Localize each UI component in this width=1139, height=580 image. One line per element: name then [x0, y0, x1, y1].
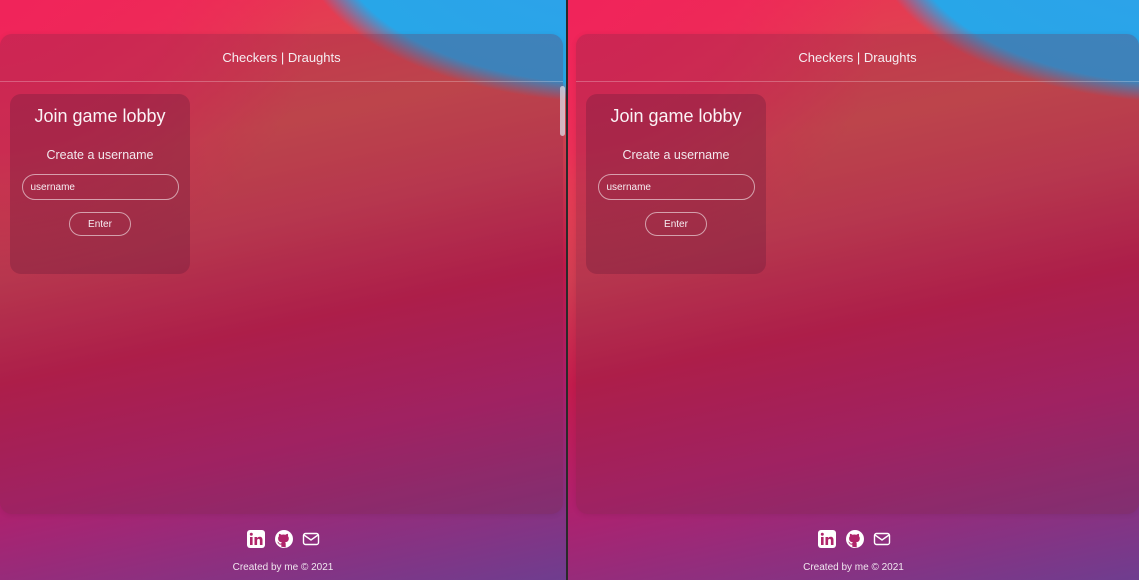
- mail-icon[interactable]: [873, 530, 891, 548]
- mail-icon[interactable]: [302, 530, 320, 548]
- right-browser-pane: Checkers | Draughts Join game lobby Crea…: [568, 0, 1139, 580]
- lobby-subheading: Create a username: [622, 148, 730, 162]
- footer: Created by me © 2021: [0, 528, 566, 573]
- app-title: Checkers | Draughts: [222, 50, 341, 65]
- app-header: Checkers | Draughts: [576, 34, 1139, 82]
- footer-credit: Created by me © 2021: [232, 562, 334, 573]
- footer-credit: Created by me © 2021: [803, 562, 904, 573]
- lobby-heading: Join game lobby: [610, 106, 742, 126]
- join-lobby-panel: Join game lobby Create a username Enter: [10, 94, 190, 274]
- username-input[interactable]: [21, 174, 179, 200]
- app-card: Checkers | Draughts Join game lobby Crea…: [0, 34, 563, 514]
- lobby-heading: Join game lobby: [34, 106, 166, 126]
- social-links: [0, 528, 566, 550]
- left-browser-pane: Checkers | Draughts Join game lobby Crea…: [0, 0, 566, 580]
- lobby-subheading: Create a username: [46, 148, 154, 162]
- app-header: Checkers | Draughts: [0, 34, 563, 82]
- linkedin-icon[interactable]: [246, 529, 266, 549]
- github-icon[interactable]: [845, 529, 865, 549]
- scrollbar-thumb[interactable]: [560, 86, 565, 136]
- app-title: Checkers | Draughts: [798, 50, 917, 65]
- linkedin-icon[interactable]: [817, 529, 837, 549]
- username-input[interactable]: [597, 174, 755, 200]
- enter-button[interactable]: Enter: [69, 212, 131, 236]
- social-links: [568, 528, 1139, 550]
- enter-button[interactable]: Enter: [645, 212, 707, 236]
- join-lobby-panel: Join game lobby Create a username Enter: [586, 94, 766, 274]
- app-card: Checkers | Draughts Join game lobby Crea…: [576, 34, 1139, 514]
- footer: Created by me © 2021: [568, 528, 1139, 573]
- github-icon[interactable]: [274, 529, 294, 549]
